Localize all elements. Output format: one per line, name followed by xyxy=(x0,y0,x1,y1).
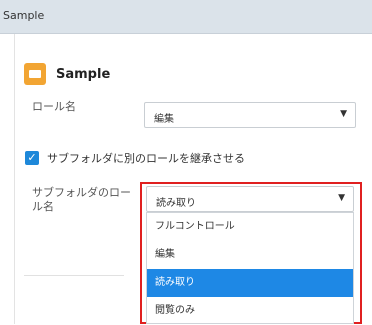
subfolder-role-select[interactable]: 読み取り ▼ xyxy=(146,186,354,212)
window-titlebar: Sample xyxy=(0,0,372,34)
checkbox-checked-icon[interactable]: ✓ xyxy=(25,151,39,165)
option-full-control[interactable]: フルコントロール xyxy=(147,213,353,241)
folder-icon xyxy=(24,63,46,85)
option-view-only[interactable]: 閲覧のみ xyxy=(147,297,353,325)
folder-heading: Sample xyxy=(24,62,110,86)
chevron-down-icon: ▼ xyxy=(340,109,347,119)
role-name-value: 編集 xyxy=(154,114,174,125)
folder-title: Sample xyxy=(56,66,111,82)
window-title: Sample xyxy=(3,9,45,22)
option-edit[interactable]: 編集 xyxy=(147,241,353,269)
role-name-select[interactable]: 編集 ▼ xyxy=(144,102,356,128)
divider xyxy=(24,275,124,276)
inherit-role-label: サブフォルダに別のロールを継承させる xyxy=(47,152,245,165)
role-name-label: ロール名 xyxy=(32,100,76,113)
option-read[interactable]: 読み取り xyxy=(147,269,353,297)
subfolder-role-value: 読み取り xyxy=(156,198,196,209)
chevron-down-icon: ▼ xyxy=(338,193,345,203)
inherit-role-option[interactable]: ✓ サブフォルダに別のロールを継承させる xyxy=(25,150,245,166)
subfolder-role-label-line2: ル名 xyxy=(32,200,54,213)
subfolder-role-dropdown: フルコントロール 編集 読み取り 閲覧のみ xyxy=(146,212,354,324)
